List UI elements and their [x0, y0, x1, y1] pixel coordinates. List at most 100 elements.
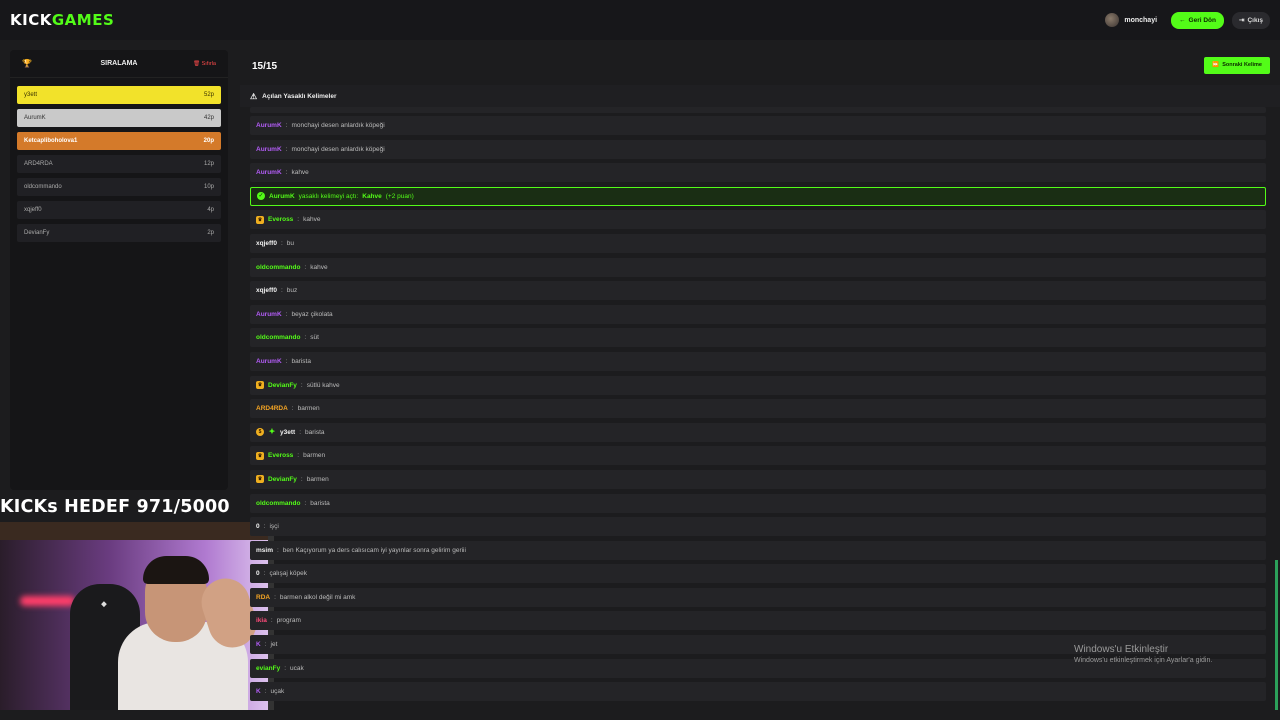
streamer-hair: [143, 556, 209, 584]
reset-button[interactable]: 🗑 Sıfırla: [193, 61, 216, 67]
logout-icon: ⇥: [1239, 17, 1245, 24]
coin-badge-icon: $: [256, 428, 264, 437]
chat-username: ikia: [256, 617, 267, 625]
chat-text: barista: [305, 428, 325, 436]
system-text: yasaklı kelimeyi açtı:: [298, 192, 359, 200]
system-word: Kahve: [362, 192, 382, 200]
chat-username: AurumK: [256, 357, 282, 365]
chat-message: ikia: program: [250, 611, 1266, 631]
chat-text: işçi: [269, 523, 279, 531]
chat-text: bu: [286, 239, 294, 247]
chat-text: kahve: [310, 263, 328, 271]
leaderboard-panel: 🏆 SIRALAMA 🗑 Sıfırla y3ett 52p AurumK 42p …: [10, 50, 228, 490]
chat-username: AurumK: [256, 122, 282, 129]
chat-username: oldcommando: [256, 499, 301, 507]
chat-text: ucak: [290, 664, 304, 672]
chat-text: kahve: [303, 216, 321, 224]
chat-username: y3ett: [280, 428, 296, 436]
arrow-left-icon: ←: [1179, 16, 1186, 24]
leaderboard-row: DevianFy 2p: [17, 224, 221, 242]
player-score: 2p: [207, 230, 214, 236]
player-score: 10p: [203, 184, 214, 190]
chat-text: barmen alkol değil mi amk: [279, 593, 356, 601]
led-light: [20, 596, 75, 606]
chat-message: ♛ DevianFy: sütlü kahve: [250, 375, 1266, 395]
chat-username: AurumK: [256, 145, 282, 153]
chat-username: AurumK: [256, 310, 282, 318]
chat-username: Eveross: [268, 452, 294, 460]
chat-separator: :: [300, 475, 303, 483]
webcam-overlay: ◆: [0, 522, 274, 710]
logo-games-text: GAMES: [51, 11, 115, 29]
chat-message: K: uçak: [250, 682, 1266, 702]
chat-text: uçak: [270, 688, 285, 696]
leaderboard-header: 🏆 SIRALAMA 🗑 Sıfırla: [10, 50, 228, 78]
chat-username: xqjeff0: [256, 239, 277, 247]
chat-message: [250, 107, 1266, 113]
chat-username: DevianFy: [268, 475, 297, 483]
kicks-goal-text: KICKs HEDEF 971/5000: [0, 497, 230, 517]
chat-separator: :: [304, 499, 307, 507]
leaderboard-list: y3ett 52p AurumK 42p Ketcapliboholova1 20p …: [10, 78, 228, 250]
chat-message: AurumK: monchayi desen anlardık köpeği: [250, 139, 1266, 159]
chat-message: ♛ Eveross: kahve: [250, 210, 1266, 230]
chat-separator: :: [264, 688, 267, 696]
leaderboard-row: AurumK 42p: [17, 109, 221, 127]
crown-badge-icon: ♛: [256, 381, 264, 390]
leaderboard-row: ARD4RDA 12p: [17, 155, 221, 173]
chat-text: sütlü kahve: [306, 381, 340, 389]
chat-separator: :: [299, 428, 301, 436]
kickgames-logo[interactable]: KICKGAMES: [10, 11, 114, 29]
chat-text: monchayi desen anlardık köpeği: [291, 145, 385, 153]
chat-text: çalışaj köpek: [269, 570, 308, 578]
exit-button[interactable]: ⇥ Çıkış: [1232, 11, 1270, 29]
chat-text: program: [276, 617, 301, 625]
user-profile[interactable]: monchayi: [1105, 13, 1157, 27]
chat-username: evianFy: [256, 664, 281, 672]
chat-message: xqjeff0: buz: [250, 281, 1266, 301]
reset-button-label: Sıfırla: [201, 60, 216, 67]
chat-message: AurumK: beyaz çikolata: [250, 304, 1266, 324]
chat-username: AurumK: [256, 169, 282, 177]
player-name: xqjeff0: [24, 207, 42, 213]
chat-separator: :: [274, 593, 276, 601]
check-circle-icon: ✓: [257, 192, 265, 201]
chat-separator: :: [263, 523, 266, 531]
leaderboard-row: y3ett 52p: [17, 86, 221, 104]
chat-separator: :: [280, 287, 283, 295]
leaderboard-row: Ketcapliboholova1 20p: [17, 132, 221, 150]
windows-activation-watermark: Windows'u Etkinleştir Windows'u etkinleş…: [1074, 644, 1212, 664]
chat-message: 0: işçi: [250, 517, 1266, 537]
player-score: 20p: [203, 138, 214, 144]
chat-separator: :: [291, 405, 294, 413]
next-word-button-label: Sonraki Kelime: [1222, 62, 1262, 68]
chat-message: oldcommando: süt: [250, 328, 1266, 348]
chat-separator: :: [285, 310, 288, 318]
chat-separator: :: [270, 617, 273, 625]
warning-icon: ⚠: [250, 91, 258, 101]
chat-separator: :: [304, 263, 307, 271]
back-button[interactable]: ← Geri Dön: [1171, 11, 1224, 29]
chat-text: ben Kaçıyorum ya ders calısıcam iyi yayı…: [282, 546, 466, 554]
chat-text: barista: [291, 357, 311, 365]
player-score: 12p: [203, 161, 214, 167]
username: monchayi: [1124, 16, 1158, 24]
chat-username: DevianFy: [268, 381, 297, 389]
chat-message: $ ✦ y3ett: barista: [250, 422, 1266, 442]
logo-kick-text: KICK: [10, 11, 52, 29]
chat-username: ARD4RDA: [256, 405, 288, 413]
fast-forward-icon: ⏩: [1212, 62, 1220, 68]
next-word-button[interactable]: ⏩ Sonraki Kelime: [1204, 56, 1270, 74]
chat-separator: :: [297, 216, 300, 224]
chat-text: süt: [310, 334, 319, 342]
chair-logo: ◆: [101, 601, 107, 608]
system-message: ✓ AurumK yasaklı kelimeyi açtı: Kahve (+…: [250, 186, 1266, 206]
chat-separator: :: [285, 122, 288, 129]
chat-username: oldcommando: [256, 334, 301, 342]
player-name: AurumK: [24, 115, 46, 121]
banned-words-header[interactable]: ⚠ Açılan Yasaklı Kelimeler: [240, 85, 1280, 107]
chat-feed[interactable]: AurumK: monchayi desen anlardık köpeği Au…: [250, 107, 1266, 712]
sparkle-badge-icon: ✦: [268, 427, 276, 437]
player-name: y3ett: [24, 92, 38, 98]
chat-scrollbar[interactable]: [1275, 560, 1278, 710]
